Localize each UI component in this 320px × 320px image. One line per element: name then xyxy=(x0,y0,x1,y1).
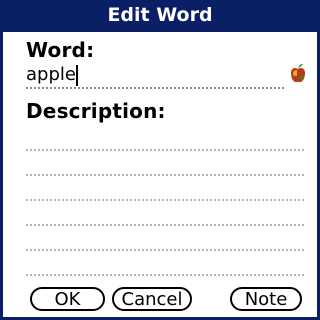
description-line xyxy=(26,226,304,251)
description-line xyxy=(26,151,304,176)
description-label: Description: xyxy=(26,99,166,123)
word-input-value: apple xyxy=(26,64,76,85)
title-bar: Edit Word xyxy=(0,0,320,32)
note-button[interactable]: Note xyxy=(230,287,302,311)
description-line xyxy=(26,126,304,151)
word-input[interactable]: apple xyxy=(26,63,284,89)
dialog-title: Edit Word xyxy=(107,4,213,26)
dialog-border-left xyxy=(0,30,3,320)
edit-word-dialog: Edit Word Word: apple Description: OK Ca… xyxy=(0,0,320,320)
description-line xyxy=(26,251,304,276)
text-caret xyxy=(76,65,78,86)
ok-button[interactable]: OK xyxy=(30,287,105,311)
word-label: Word: xyxy=(26,38,95,62)
apple-icon[interactable] xyxy=(289,64,307,84)
description-line xyxy=(26,201,304,226)
description-line xyxy=(26,176,304,201)
cancel-button[interactable]: Cancel xyxy=(112,287,192,311)
description-input[interactable] xyxy=(26,126,304,276)
